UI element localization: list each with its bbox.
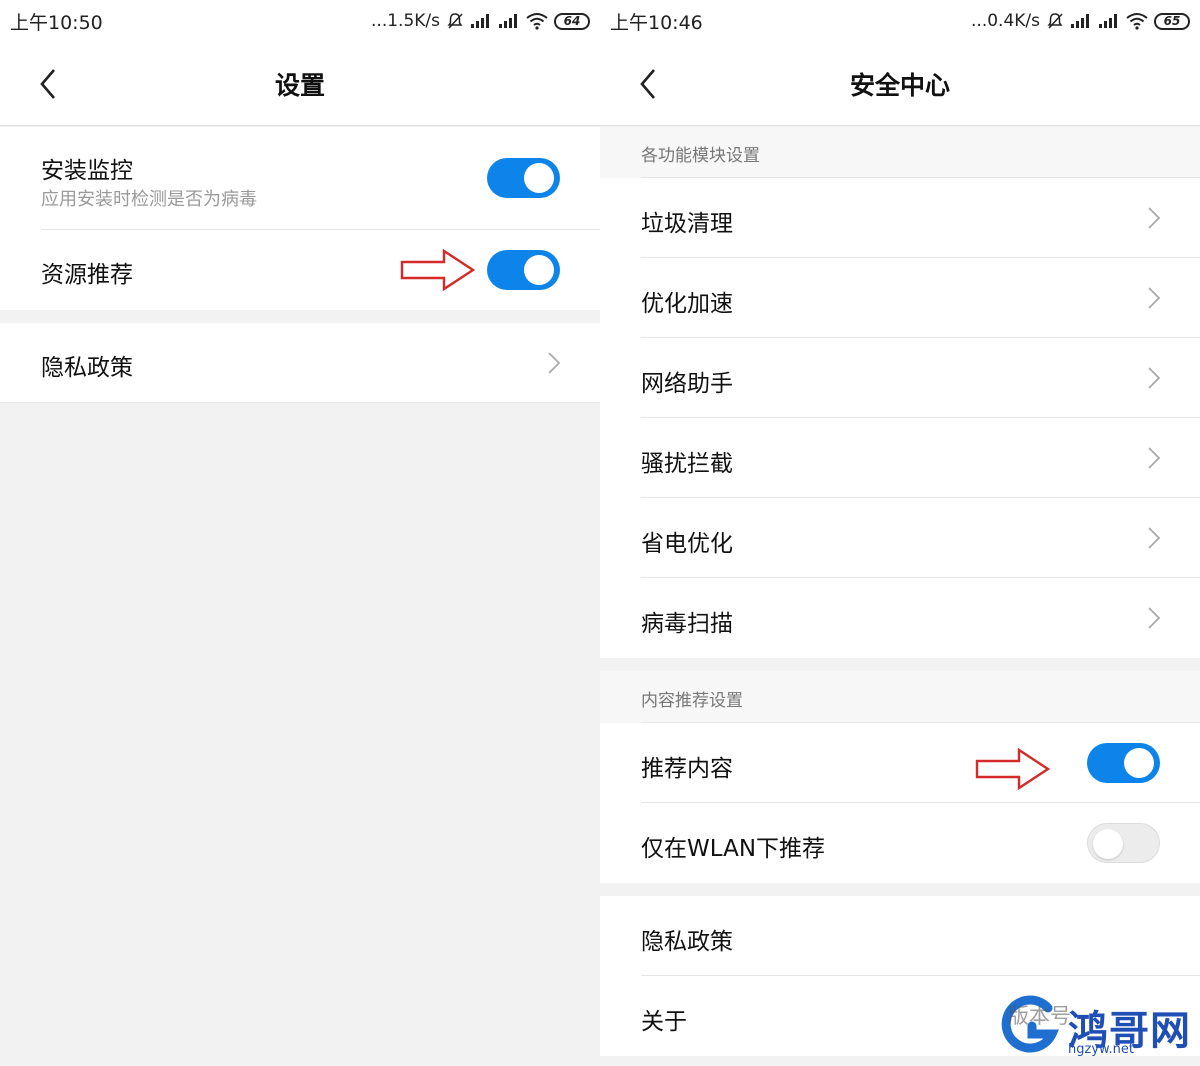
row-label: 隐私政策 [41, 355, 133, 381]
row-label: 隐私政策 [641, 929, 733, 955]
wifi-icon [1126, 13, 1148, 30]
row-label: 仅在WLAN下推荐 [641, 836, 826, 862]
status-time: 上午10:50 [10, 11, 103, 34]
status-bar: 上午10:46 ...0.4K/s 65 [600, 0, 1200, 42]
battery-icon: 64 [554, 12, 590, 30]
menu-item-speed-up[interactable]: 优化加速 [600, 258, 1200, 338]
arrow-icon [975, 747, 1051, 791]
row-label: 网络助手 [641, 371, 733, 397]
row-label: 病毒扫描 [641, 611, 733, 637]
recommend-content-row[interactable]: 推荐内容 [600, 723, 1200, 803]
chevron-right-icon [548, 352, 561, 374]
status-icons: ...0.4K/s 65 [971, 11, 1190, 31]
chevron-right-icon [1148, 287, 1161, 309]
battery-icon: 65 [1154, 12, 1190, 30]
watermark-overlay-text: 版本号 [1008, 1004, 1071, 1028]
row-label: 省电优化 [641, 531, 733, 557]
toggle-knob [1124, 748, 1154, 778]
row-label: 资源推荐 [41, 262, 133, 288]
signal-icon [499, 14, 517, 28]
section-header: 内容推荐设置 [600, 671, 1200, 723]
signal-icon [1099, 14, 1117, 28]
section-header-label: 内容推荐设置 [641, 691, 743, 711]
install-monitor-row[interactable]: 安装监控 应用安装时检测是否为病毒 [0, 127, 600, 230]
wifi-icon [526, 13, 548, 30]
menu-item-network-assistant[interactable]: 网络助手 [600, 338, 1200, 418]
chevron-right-icon [1148, 207, 1161, 229]
wlan-only-toggle[interactable] [1087, 823, 1160, 863]
row-label: 安装监控 [41, 158, 133, 184]
settings-screen: 上午10:50 ...1.5K/s 64 设置 安装监控 应用安装时检测是否为病… [0, 0, 600, 1066]
toggle-knob [1093, 829, 1123, 859]
row-label: 推荐内容 [641, 756, 733, 782]
privacy-policy-row[interactable]: 隐私政策 [600, 896, 1200, 976]
menu-item-block-harassment[interactable]: 骚扰拦截 [600, 418, 1200, 498]
status-bar: 上午10:50 ...1.5K/s 64 [0, 0, 600, 42]
row-sublabel: 应用安装时检测是否为病毒 [41, 189, 257, 210]
page-title: 设置 [274, 71, 325, 100]
section-header: 各功能模块设置 [600, 127, 1200, 178]
chevron-right-icon [1148, 447, 1161, 469]
network-speed: ...0.4K/s [971, 11, 1040, 31]
page-title: 安全中心 [849, 71, 950, 100]
recommend-content-toggle[interactable] [1087, 743, 1160, 783]
mute-icon [447, 13, 463, 29]
network-speed: ...1.5K/s [371, 11, 440, 31]
signal-icon [471, 14, 489, 28]
security-center-screen: 上午10:46 ...0.4K/s 65 安全中心 各功能模块设置 垃圾清理 优… [600, 0, 1200, 1066]
chevron-right-icon [1148, 607, 1161, 629]
resource-recommend-row[interactable]: 资源推荐 [0, 230, 600, 310]
top-bar: 安全中心 [600, 42, 1200, 126]
install-monitor-toggle[interactable] [487, 158, 560, 198]
row-label: 垃圾清理 [641, 211, 733, 237]
top-bar: 设置 [0, 42, 600, 126]
row-label: 关于 [641, 1009, 687, 1035]
menu-item-junk-clean[interactable]: 垃圾清理 [600, 178, 1200, 258]
chevron-right-icon [1148, 367, 1161, 389]
status-time: 上午10:46 [610, 11, 703, 34]
toggle-knob [524, 255, 554, 285]
arrow-icon [400, 248, 476, 292]
wlan-only-row[interactable]: 仅在WLAN下推荐 [600, 803, 1200, 883]
status-icons: ...1.5K/s 64 [371, 11, 590, 31]
resource-recommend-toggle[interactable] [487, 250, 560, 290]
privacy-policy-row[interactable]: 隐私政策 [0, 323, 600, 403]
row-label: 骚扰拦截 [641, 451, 733, 477]
watermark-url: hgzyw.net [1068, 1042, 1134, 1057]
signal-icon [1071, 14, 1089, 28]
section-header-label: 各功能模块设置 [641, 146, 760, 166]
menu-item-battery-saver[interactable]: 省电优化 [600, 498, 1200, 578]
screenshot-composite: 上午10:50 ...1.5K/s 64 设置 安装监控 应用安装时检测是否为病… [0, 0, 1200, 1066]
chevron-right-icon [1148, 527, 1161, 549]
menu-item-virus-scan[interactable]: 病毒扫描 [600, 578, 1200, 658]
row-label: 优化加速 [641, 291, 733, 317]
mute-icon [1047, 13, 1063, 29]
toggle-knob [524, 163, 554, 193]
